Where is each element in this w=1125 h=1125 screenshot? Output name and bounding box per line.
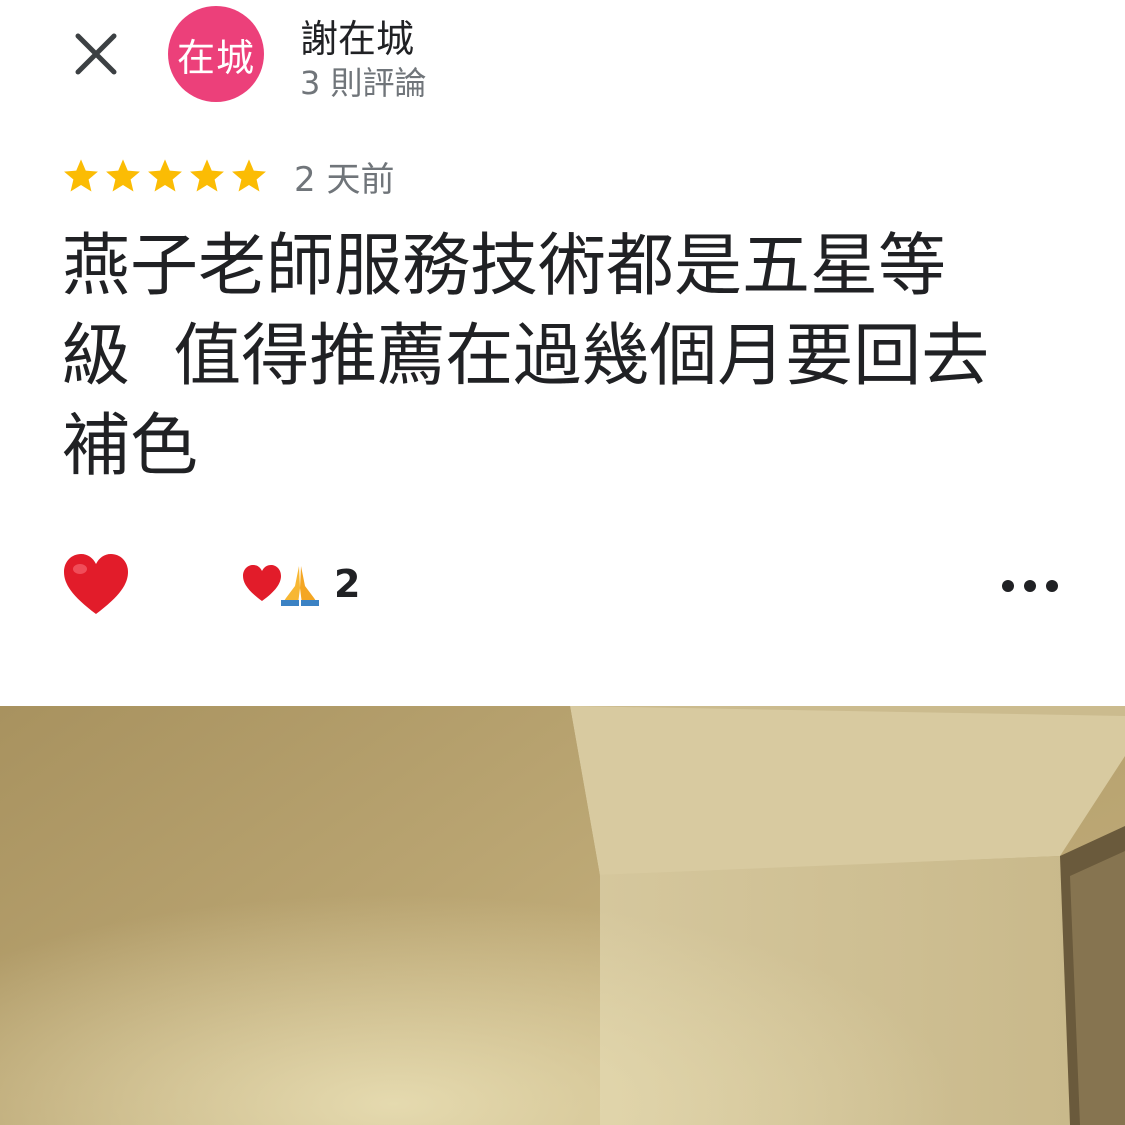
review-photo[interactable] [0, 706, 1125, 1125]
more-options-icon [1002, 580, 1014, 592]
reaction-count: 2 [334, 562, 361, 606]
avatar[interactable]: 在城 [168, 6, 264, 102]
folded-hands-icon [281, 566, 319, 606]
more-options-icon-dot [1024, 580, 1036, 592]
rating-row: 2 天前 [62, 150, 394, 202]
star-icon [232, 159, 266, 192]
reviewer-review-count: 3 則評論 [300, 64, 427, 102]
review-header: 在城 謝在城 3 則評論 [0, 0, 1125, 120]
review-date: 2 天前 [294, 159, 395, 200]
star-rating [62, 157, 268, 195]
star-icon [64, 159, 98, 192]
star-icon [190, 159, 224, 192]
review-text: 燕子老師服務技術都是五星等 級 值得推薦在過幾個月要回去 補色 [62, 227, 990, 486]
avatar-initials: 在城 [176, 35, 255, 80]
heart-icon [64, 554, 128, 614]
review-photo-image [0, 706, 1125, 1125]
heart-icon [243, 565, 281, 601]
more-options-icon-dot [1046, 580, 1058, 592]
close-icon [75, 33, 117, 75]
reactions-bar: 2 [62, 548, 1062, 628]
star-icon [106, 159, 140, 192]
more-options-button[interactable] [1002, 568, 1058, 604]
reviewer-name[interactable]: 謝在城 [300, 8, 414, 63]
star-icon [148, 159, 182, 192]
close-button[interactable] [66, 24, 126, 84]
reaction-summary[interactable]: 2 [242, 562, 360, 606]
like-button[interactable] [62, 552, 130, 618]
